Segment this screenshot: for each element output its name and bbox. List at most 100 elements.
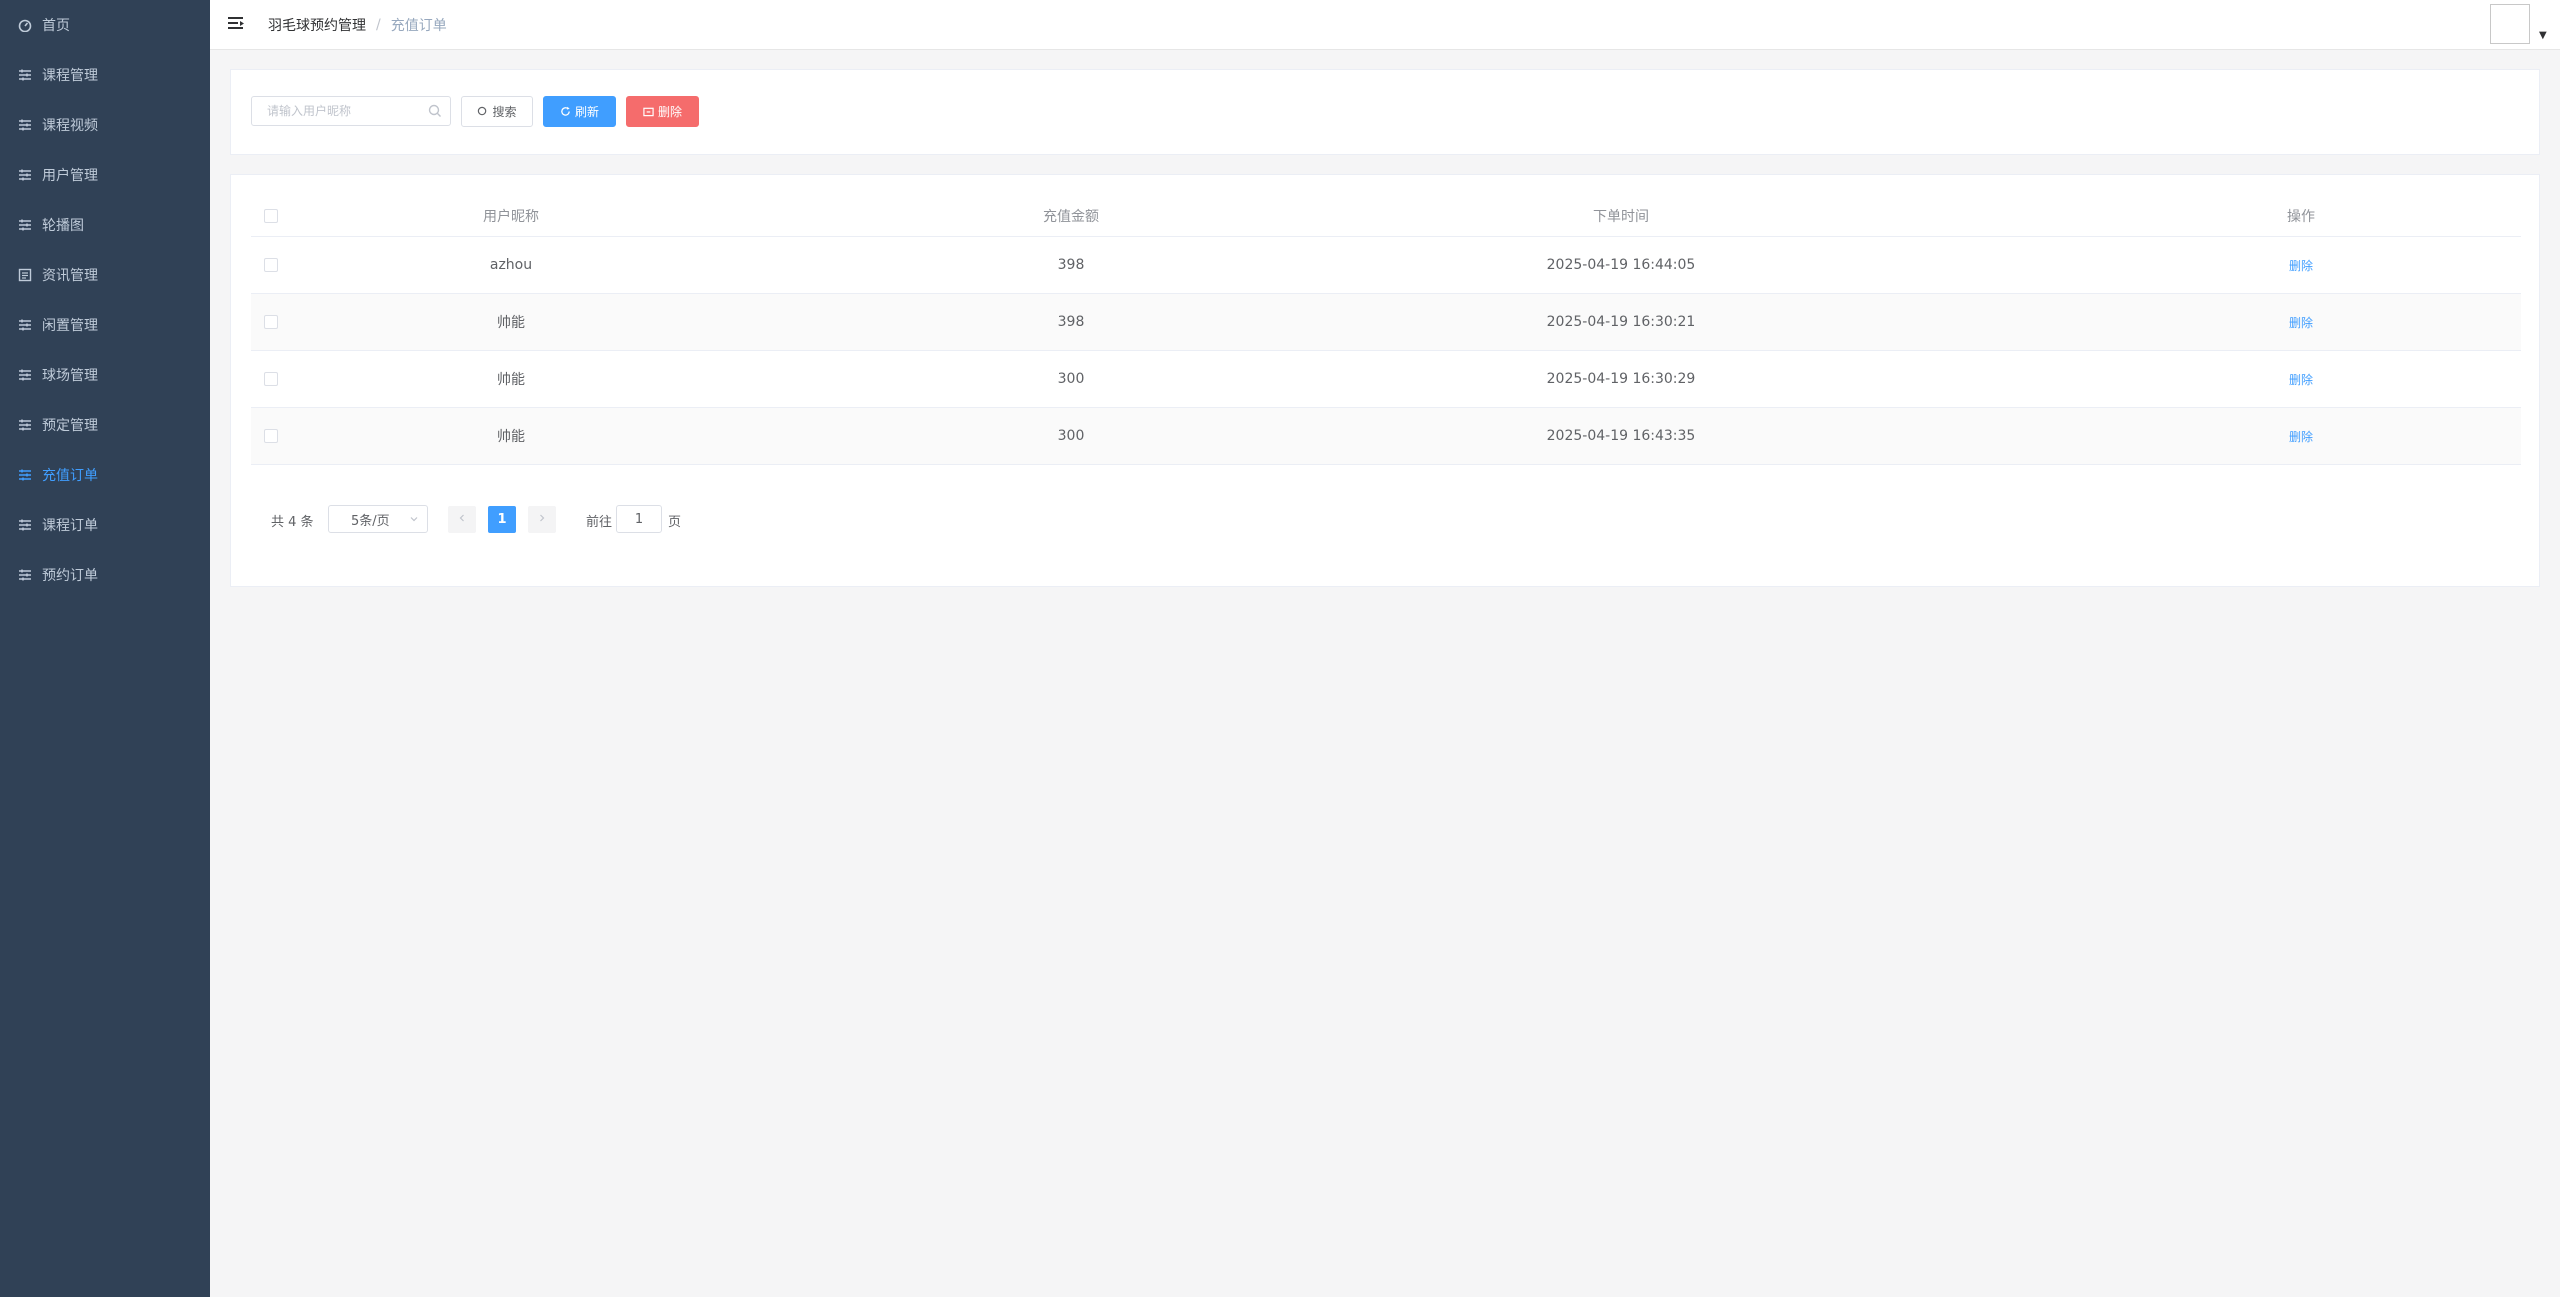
- search-button-label: 搜索: [492, 105, 517, 119]
- row-select-cell: [251, 294, 291, 350]
- chevron-right-icon: [537, 512, 547, 527]
- navbar: 羽毛球预约管理 / 充值订单 ▼: [210, 0, 2560, 50]
- row-select-cell: [251, 351, 291, 407]
- cell-time: 2025-04-19 16:30:21: [1546, 314, 1696, 330]
- cell-nickname: 帅能: [497, 429, 525, 445]
- goto-label: 前往: [586, 515, 613, 530]
- sliders-icon: [18, 468, 32, 482]
- sidebar-item-course[interactable]: 课程管理: [0, 50, 210, 100]
- page-number-button[interactable]: 1: [488, 506, 516, 533]
- page-size-select[interactable]: 5条/页: [328, 505, 428, 533]
- column-header-time[interactable]: 下单时间: [1421, 195, 1821, 236]
- sidebar-item-course-video[interactable]: 课程视频: [0, 100, 210, 150]
- delete-button[interactable]: 删除: [626, 96, 699, 127]
- chevron-left-icon: [457, 512, 467, 527]
- toolbar-panel: 搜索 刷新 删除: [230, 69, 2540, 155]
- sidebar-item-label: 课程订单: [42, 518, 98, 534]
- sidebar-item-label: 轮播图: [42, 218, 84, 234]
- sidebar-item-recharge-orders[interactable]: 充值订单: [0, 450, 210, 500]
- delete-button-label: 删除: [657, 105, 682, 119]
- sidebar-item-carousel[interactable]: 轮播图: [0, 200, 210, 250]
- search-icon: [477, 106, 488, 117]
- sidebar: 首页 课程管理 课程视频 用户管理 轮播图 资讯管理 闲置管理 球场管理 预定管…: [0, 0, 210, 1297]
- sidebar-item-course-orders[interactable]: 课程订单: [0, 500, 210, 550]
- sidebar-item-users[interactable]: 用户管理: [0, 150, 210, 200]
- row-checkbox[interactable]: [264, 429, 278, 443]
- breadcrumb: 羽毛球预约管理 / 充值订单: [268, 15, 447, 35]
- table-row[interactable]: 帅能 300 2025-04-19 16:43:35 删除: [251, 408, 2521, 465]
- sliders-icon: [18, 418, 32, 432]
- sidebar-item-label: 首页: [42, 18, 70, 34]
- breadcrumb-home[interactable]: 羽毛球预约管理: [268, 15, 366, 35]
- news-icon: [18, 268, 32, 282]
- row-select-cell: [251, 237, 291, 293]
- sidebar-item-booking-orders[interactable]: 预约订单: [0, 550, 210, 600]
- sidebar-item-label: 课程管理: [42, 68, 98, 84]
- sliders-icon: [18, 568, 32, 582]
- sidebar-item-label: 资讯管理: [42, 268, 98, 284]
- sidebar-item-label: 预约订单: [42, 568, 98, 584]
- row-delete-link[interactable]: 删除: [2289, 257, 2313, 274]
- row-checkbox[interactable]: [264, 315, 278, 329]
- dashboard-icon: [18, 18, 32, 32]
- prev-page-button[interactable]: [448, 506, 476, 533]
- cell-amount: 398: [1057, 257, 1085, 273]
- page-size-value: 5条/页: [351, 513, 390, 529]
- sidebar-item-idle[interactable]: 闲置管理: [0, 300, 210, 350]
- select-all-checkbox[interactable]: [264, 208, 278, 223]
- search-input[interactable]: [252, 97, 422, 125]
- sidebar-item-reservation[interactable]: 预定管理: [0, 400, 210, 450]
- goto-page-input[interactable]: [616, 505, 662, 533]
- next-page-button[interactable]: [528, 506, 556, 533]
- cell-operation: 删除: [2101, 408, 2501, 464]
- row-checkbox[interactable]: [264, 372, 278, 386]
- row-delete-link[interactable]: 删除: [2289, 314, 2313, 331]
- sidebar-item-home[interactable]: 首页: [0, 0, 210, 50]
- cell-time: 2025-04-19 16:43:35: [1546, 428, 1696, 444]
- column-header-amount[interactable]: 充值金额: [871, 195, 1271, 236]
- delete-icon: [643, 106, 654, 117]
- search-field: [251, 96, 451, 126]
- cell-nickname: 帅能: [497, 372, 525, 388]
- sidebar-item-label: 球场管理: [42, 368, 98, 384]
- sidebar-item-label: 课程视频: [42, 118, 98, 134]
- cell-amount: 300: [1057, 428, 1085, 444]
- refresh-button[interactable]: 刷新: [543, 96, 616, 127]
- search-icon[interactable]: [428, 104, 442, 122]
- row-select-cell: [251, 408, 291, 464]
- table-panel: 用户昵称 充值金额 下单时间 操作 azhou 398 2025-04-19 1…: [230, 174, 2540, 587]
- breadcrumb-separator: /: [376, 17, 381, 33]
- row-delete-link[interactable]: 删除: [2289, 428, 2313, 445]
- sidebar-item-court[interactable]: 球场管理: [0, 350, 210, 400]
- sidebar-item-label: 用户管理: [42, 168, 98, 184]
- caret-down-icon[interactable]: ▼: [2539, 30, 2547, 41]
- breadcrumb-current: 充值订单: [390, 18, 447, 34]
- row-delete-link[interactable]: 删除: [2289, 371, 2313, 388]
- cell-amount: 300: [1057, 371, 1085, 387]
- search-button[interactable]: 搜索: [461, 96, 533, 127]
- sliders-icon: [18, 518, 32, 532]
- refresh-button-label: 刷新: [574, 105, 599, 119]
- hamburger-icon[interactable]: [226, 14, 246, 34]
- avatar[interactable]: [2490, 4, 2530, 44]
- table-row[interactable]: 帅能 398 2025-04-19 16:30:21 删除: [251, 294, 2521, 351]
- column-header-operation: 操作: [2287, 208, 2315, 225]
- table-row[interactable]: 帅能 300 2025-04-19 16:30:29 删除: [251, 351, 2521, 408]
- sliders-icon: [18, 368, 32, 382]
- page-suffix-label: 页: [668, 515, 682, 530]
- sliders-icon: [18, 218, 32, 232]
- select-all-cell: [251, 195, 291, 236]
- cell-time: 2025-04-19 16:30:29: [1546, 371, 1696, 387]
- pagination-total: 共 4 条: [271, 515, 314, 530]
- sidebar-item-news[interactable]: 资讯管理: [0, 250, 210, 300]
- column-header-nickname[interactable]: 用户昵称: [311, 195, 711, 236]
- cell-time: 2025-04-19 16:44:05: [1546, 257, 1696, 273]
- cell-operation: 删除: [2101, 294, 2501, 350]
- sidebar-item-label: 闲置管理: [42, 318, 98, 334]
- chevron-down-icon: [409, 513, 419, 528]
- cell-operation: 删除: [2101, 351, 2501, 407]
- table-row[interactable]: azhou 398 2025-04-19 16:44:05 删除: [251, 237, 2521, 294]
- sliders-icon: [18, 68, 32, 82]
- row-checkbox[interactable]: [264, 258, 278, 272]
- cell-nickname: azhou: [489, 257, 533, 273]
